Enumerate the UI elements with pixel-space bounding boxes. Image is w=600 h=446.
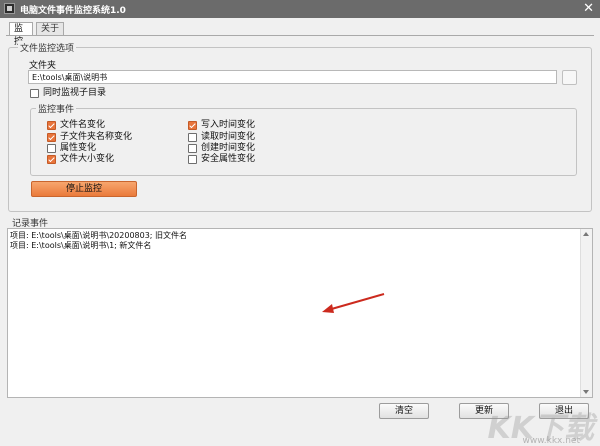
event-label: 文件大小变化 [60,154,115,164]
subdir-checkbox-label: 同时监视子目录 [43,88,107,98]
event-label: 读取时间变化 [201,132,256,142]
event-label: 创建时间变化 [201,143,256,153]
title-bar: 电脑文件事件监控系统1.0 ✕ [0,0,600,18]
annotation-arrow-shaft [327,293,385,311]
tab-divider [6,35,594,36]
scroll-up-icon[interactable] [583,232,589,236]
scroll-down-icon[interactable] [583,390,589,394]
subdir-checkbox[interactable]: 同时监视子目录 [30,88,106,99]
tab-about[interactable]: 关于 [36,22,64,35]
checkbox-box [30,89,39,98]
annotation-arrow-head [322,304,334,313]
checkbox-box [47,144,56,153]
event-filesize-change[interactable]: 文件大小变化 [47,154,114,165]
app-icon [4,3,15,14]
event-label: 子文件夹名称变化 [60,132,133,142]
checkbox-box [47,121,56,130]
event-create-time-change[interactable]: 创建时间变化 [188,143,255,154]
close-icon[interactable]: ✕ [583,1,594,17]
tab-monitor[interactable]: 监控 [9,22,33,47]
watermark-site: www.kkx.net [522,436,581,446]
event-log[interactable]: 项目: E:\tools\桌面\说明书\20200803; 旧文件名 项目: E… [7,228,593,398]
checkbox-box [47,155,56,164]
event-security-change[interactable]: 安全属性变化 [188,154,255,165]
checkbox-box [188,133,197,142]
checkbox-box [188,155,197,164]
event-attribute-change[interactable]: 属性变化 [47,143,96,154]
browse-folder-button[interactable] [562,70,577,85]
log-line: 项目: E:\tools\桌面\说明书\1; 新文件名 [10,241,152,250]
log-scrollbar[interactable] [580,229,592,397]
checkbox-box [47,133,56,142]
event-label: 属性变化 [60,143,97,153]
checkbox-box [188,121,197,130]
clear-button[interactable]: 清空 [379,403,429,419]
events-group-label: 监控事件 [36,102,77,115]
event-write-time-change[interactable]: 写入时间变化 [188,120,255,131]
event-label: 文件名变化 [60,120,106,130]
checkbox-box [188,144,197,153]
event-subfolder-name-change[interactable]: 子文件夹名称变化 [47,132,132,143]
event-label: 写入时间变化 [201,120,256,130]
event-read-time-change[interactable]: 读取时间变化 [188,132,255,143]
event-filename-change[interactable]: 文件名变化 [47,120,105,131]
event-label: 安全属性变化 [201,154,256,164]
folder-path-input[interactable] [28,70,557,84]
app-window: 电脑文件事件监控系统1.0 ✕ 监控 关于 文件监控选项 文件夹 同时监视子目录… [0,0,600,446]
monitor-options-label: 文件监控选项 [18,41,77,54]
annotation-arrow [322,293,385,313]
window-title: 电脑文件事件监控系统1.0 [20,6,126,16]
stop-monitor-button[interactable]: 停止监控 [31,181,137,197]
